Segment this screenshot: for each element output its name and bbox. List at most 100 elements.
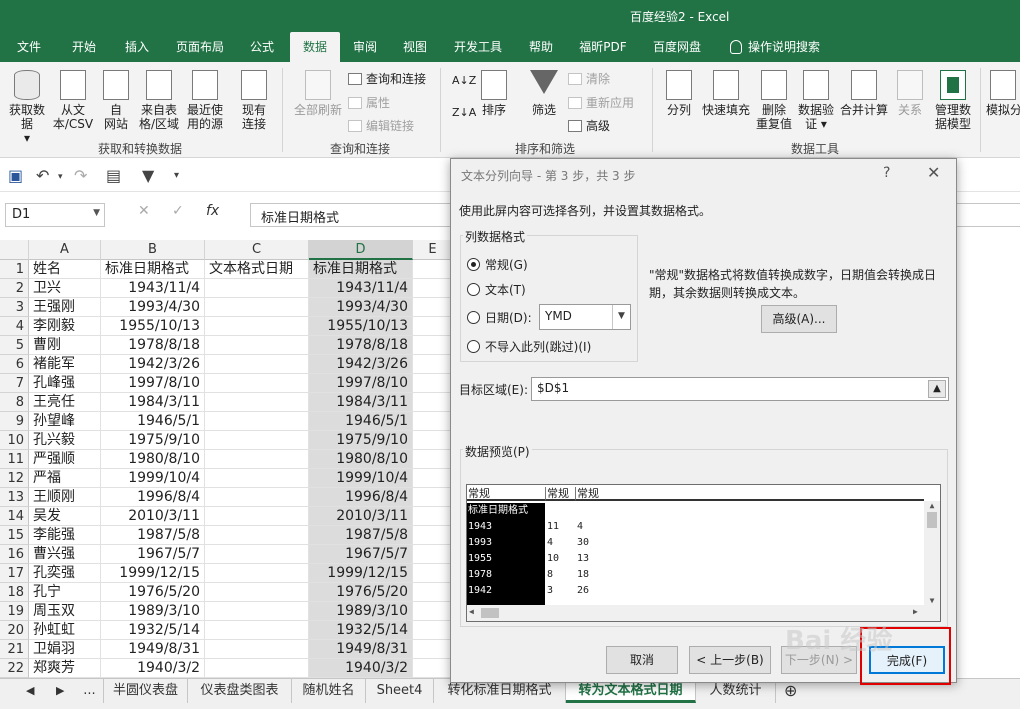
grid-cell[interactable] — [205, 640, 309, 659]
column-header[interactable]: E — [413, 240, 453, 260]
grid-cell[interactable] — [205, 583, 309, 602]
grid-cell[interactable] — [413, 355, 453, 374]
grid-cell[interactable]: 孔兴毅 — [29, 431, 101, 450]
grid-cell[interactable]: 1949/8/31 — [309, 640, 413, 659]
grid-cell[interactable]: 郑爽芳 — [29, 659, 101, 678]
grid-cell[interactable] — [205, 469, 309, 488]
row-header[interactable]: 9 — [0, 412, 29, 431]
grid-cell[interactable] — [413, 621, 453, 640]
row-header[interactable]: 20 — [0, 621, 29, 640]
grid-cell[interactable]: 1955/10/13 — [101, 317, 205, 336]
grid-cell[interactable]: 1987/5/8 — [101, 526, 205, 545]
sheet-tab[interactable]: Sheet4 — [366, 679, 434, 703]
grid-cell[interactable] — [413, 545, 453, 564]
tab-developer[interactable]: 开发工具 — [442, 32, 514, 62]
reapply-button[interactable]: 重新应用 — [568, 94, 634, 111]
text-to-columns-button[interactable]: 分列 — [662, 70, 696, 117]
row-header[interactable]: 11 — [0, 450, 29, 469]
grid-cell[interactable]: 姓名 — [29, 260, 101, 279]
grid-cell[interactable]: 1989/3/10 — [101, 602, 205, 621]
grid-cell[interactable]: 1932/5/14 — [309, 621, 413, 640]
preview-column-header[interactable]: 常规 — [467, 487, 546, 501]
radio-skip-column[interactable]: 不导入此列(跳过)(I) — [467, 338, 591, 355]
grid-cell[interactable] — [413, 393, 453, 412]
queries-connections-button[interactable]: 查询和连接 — [348, 70, 426, 87]
from-text-csv-button[interactable]: 从文 本/CSV — [50, 70, 96, 131]
fx-icon[interactable]: fx — [206, 203, 219, 219]
grid-cell[interactable]: 1943/11/4 — [309, 279, 413, 298]
grid-cell[interactable]: 1999/12/15 — [101, 564, 205, 583]
grid-cell[interactable]: 1980/8/10 — [309, 450, 413, 469]
properties-button[interactable]: 属性 — [348, 94, 390, 111]
save-icon[interactable]: ▣ — [8, 166, 23, 185]
grid-cell[interactable] — [205, 564, 309, 583]
grid-cell[interactable]: 严强顺 — [29, 450, 101, 469]
grid-cell[interactable]: 1967/5/7 — [101, 545, 205, 564]
manage-data-model-button[interactable]: 管理数 据模型 — [932, 70, 974, 131]
tab-file[interactable]: 文件 — [4, 32, 54, 62]
grid-cell[interactable]: 1989/3/10 — [309, 602, 413, 621]
grid-cell[interactable] — [205, 336, 309, 355]
row-header[interactable]: 12 — [0, 469, 29, 488]
grid-cell[interactable]: 严福 — [29, 469, 101, 488]
row-header[interactable]: 10 — [0, 431, 29, 450]
grid-cell[interactable]: 1978/8/18 — [309, 336, 413, 355]
advanced-filter-button[interactable]: 高级 — [568, 117, 610, 134]
grid-cell[interactable]: 1976/5/20 — [101, 583, 205, 602]
tab-scroll-left-icon[interactable]: ◀ — [26, 684, 34, 697]
recent-sources-button[interactable]: 最近使 用的源 — [182, 70, 228, 131]
row-header[interactable]: 16 — [0, 545, 29, 564]
undo-icon[interactable]: ↶ — [36, 166, 49, 185]
row-header[interactable]: 7 — [0, 374, 29, 393]
sort-az-button[interactable]: A↓Z — [452, 74, 476, 87]
grid-cell[interactable]: 1987/5/8 — [309, 526, 413, 545]
grid-cell[interactable]: 王强刚 — [29, 298, 101, 317]
column-header[interactable]: D — [309, 240, 413, 260]
filter-icon[interactable]: ▼ — [142, 166, 154, 185]
row-header[interactable]: 3 — [0, 298, 29, 317]
scroll-right-icon[interactable]: ▶ — [913, 607, 918, 616]
grid-cell[interactable] — [413, 374, 453, 393]
collapse-dialog-icon[interactable]: ▲ — [928, 380, 946, 398]
grid-cell[interactable] — [413, 564, 453, 583]
sheet-tab[interactable]: 随机姓名 — [292, 679, 366, 703]
grid-cell[interactable]: 王亮任 — [29, 393, 101, 412]
grid-cell[interactable]: 1976/5/20 — [309, 583, 413, 602]
preview-horizontal-scrollbar[interactable]: ◀ ▶ — [467, 605, 940, 621]
radio-date[interactable]: 日期(D): — [467, 309, 532, 326]
what-if-button[interactable]: 模拟分 — [986, 70, 1020, 117]
preview-column-header[interactable]: 常规 — [546, 487, 576, 501]
grid-cell[interactable]: 王顺刚 — [29, 488, 101, 507]
tell-me-search[interactable]: 操作说明搜索 — [748, 32, 840, 62]
grid-cell[interactable]: 1993/4/30 — [101, 298, 205, 317]
sheet-tab[interactable]: 半圆仪表盘 — [104, 679, 188, 703]
relationships-button[interactable]: 关系 — [892, 70, 928, 117]
grid-cell[interactable]: 孔奕强 — [29, 564, 101, 583]
grid-cell[interactable] — [205, 507, 309, 526]
row-header[interactable]: 14 — [0, 507, 29, 526]
grid-cell[interactable] — [413, 526, 453, 545]
grid-cell[interactable]: 1996/8/4 — [101, 488, 205, 507]
grid-cell[interactable]: 曹刚 — [29, 336, 101, 355]
row-header[interactable]: 5 — [0, 336, 29, 355]
cancel-icon[interactable]: ✕ — [138, 203, 150, 219]
grid-cell[interactable] — [413, 450, 453, 469]
date-format-select[interactable]: YMD ▼ — [539, 304, 631, 330]
grid-cell[interactable] — [413, 336, 453, 355]
scroll-thumb[interactable] — [481, 608, 499, 618]
grid-cell[interactable] — [205, 621, 309, 640]
grid-cell[interactable]: 1932/5/14 — [101, 621, 205, 640]
grid-cell[interactable]: 1946/5/1 — [309, 412, 413, 431]
grid-cell[interactable]: 1955/10/13 — [309, 317, 413, 336]
remove-duplicates-button[interactable]: 删除 重复值 — [754, 70, 794, 131]
grid-cell[interactable]: 1942/3/26 — [309, 355, 413, 374]
grid-cell[interactable] — [413, 469, 453, 488]
customize-qat-icon[interactable]: ▾ — [174, 170, 179, 181]
row-header[interactable]: 2 — [0, 279, 29, 298]
grid-cell[interactable] — [205, 298, 309, 317]
select-all-corner[interactable] — [0, 240, 29, 260]
tab-view[interactable]: 视图 — [392, 32, 438, 62]
tab-page-layout[interactable]: 页面布局 — [166, 32, 234, 62]
grid-cell[interactable]: 孔峰强 — [29, 374, 101, 393]
scroll-thumb[interactable] — [927, 512, 937, 528]
